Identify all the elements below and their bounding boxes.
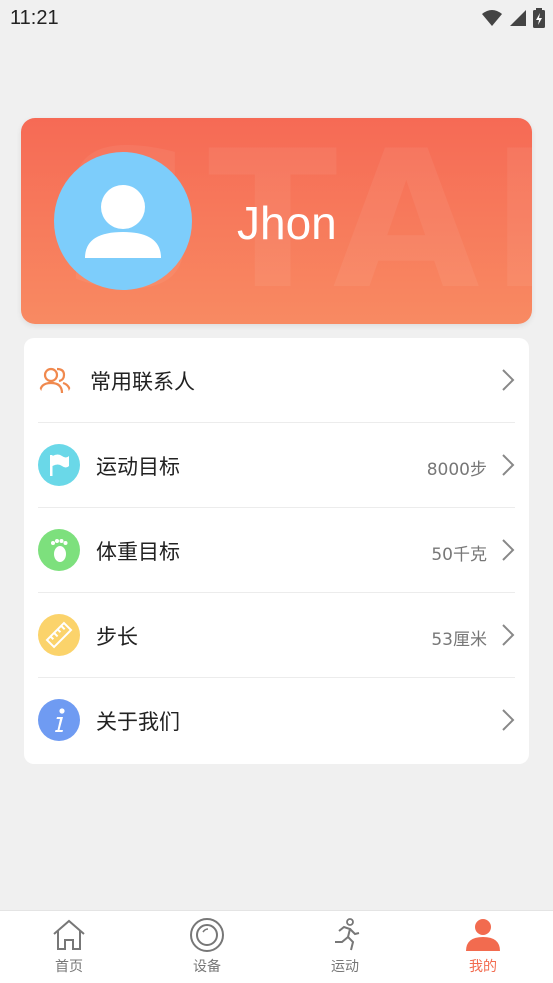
avatar[interactable]: [54, 152, 192, 290]
chevron-right-icon: [502, 454, 515, 476]
menu-value-weight-goal: 50千克: [431, 545, 487, 565]
nav-label-home: 首页: [55, 959, 83, 975]
contacts-icon: [38, 367, 72, 394]
chevron-right-icon: [502, 369, 515, 391]
nav-label-exercise: 运动: [331, 959, 359, 975]
nav-tab-device[interactable]: 设备: [167, 911, 247, 983]
profile-icon: [466, 919, 500, 951]
menu-value-stride: 53厘米: [431, 630, 487, 650]
menu-item-about[interactable]: 关于我们: [24, 678, 529, 763]
menu-label-exercise-goal: 运动目标: [96, 455, 180, 479]
running-icon: [335, 918, 360, 951]
menu-label-contacts: 常用联系人: [90, 370, 195, 394]
menu-item-contacts[interactable]: 常用联系人: [24, 338, 529, 423]
signal-icon: [510, 10, 526, 26]
user-avatar-icon: [85, 185, 161, 258]
profile-card[interactable]: START Jhon: [21, 118, 532, 324]
footprint-icon: [38, 529, 80, 571]
bottom-nav: 首页 设备 运动 我的: [0, 910, 553, 983]
status-bar: 11:21: [0, 0, 553, 40]
menu-card: 常用联系人 运动目标 8000步 体重目标 50千克 步长 53厘米 关于我们: [24, 338, 529, 764]
nav-tab-exercise[interactable]: 运动: [305, 911, 385, 983]
menu-label-stride: 步长: [96, 625, 138, 649]
nav-label-device: 设备: [193, 959, 221, 975]
chevron-right-icon: [502, 539, 515, 561]
flag-icon: [38, 444, 80, 486]
menu-label-weight-goal: 体重目标: [96, 540, 180, 564]
menu-item-exercise-goal[interactable]: 运动目标 8000步: [24, 423, 529, 508]
battery-icon: [533, 8, 545, 28]
nav-label-mine: 我的: [469, 959, 497, 975]
chevron-right-icon: [502, 709, 515, 731]
chevron-right-icon: [502, 624, 515, 646]
home-icon: [53, 919, 85, 950]
menu-item-stride[interactable]: 步长 53厘米: [24, 593, 529, 678]
nav-tab-home[interactable]: 首页: [29, 911, 109, 983]
info-icon: [38, 699, 80, 741]
nav-tab-mine[interactable]: 我的: [443, 911, 523, 983]
menu-value-exercise-goal: 8000步: [426, 460, 487, 480]
status-time: 11:21: [10, 7, 59, 29]
menu-item-weight-goal[interactable]: 体重目标 50千克: [24, 508, 529, 593]
user-name: Jhon: [237, 197, 337, 249]
status-icons: [481, 8, 545, 28]
device-icon: [190, 918, 224, 952]
wifi-icon: [482, 10, 502, 26]
menu-label-about: 关于我们: [96, 710, 180, 734]
ruler-icon: [38, 614, 80, 656]
